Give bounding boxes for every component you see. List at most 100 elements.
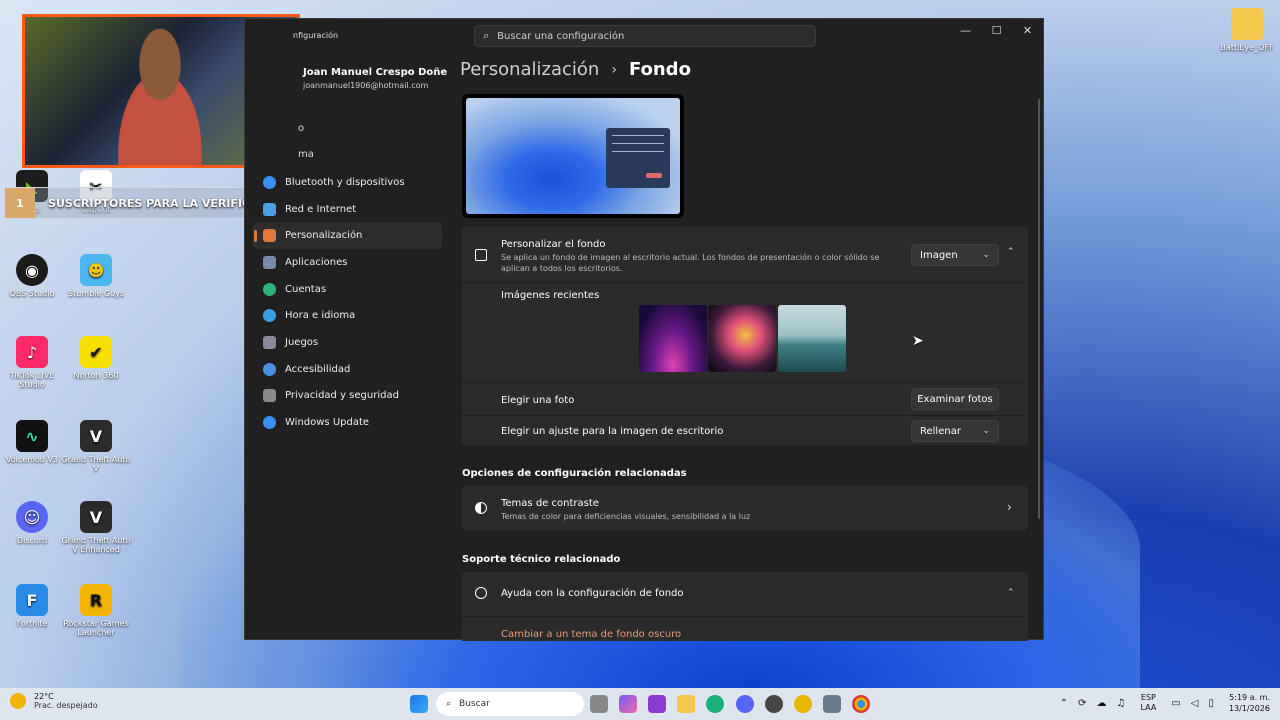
settings-gear-icon[interactable] [823,695,841,713]
discord-icon[interactable] [736,695,754,713]
window-controls: — ☐ ✕ [950,19,1043,41]
contrast-title: Temas de contraste [501,498,599,509]
desktop-icon-discord[interactable]: ☺ Discord [0,501,67,545]
taskbar-search[interactable]: ⌕ Buscar [436,692,584,716]
recent-image-1[interactable] [639,305,707,372]
nav-item-personalization[interactable]: Personalización [253,222,442,250]
choose-photo-label: Elegir una foto [501,395,575,406]
fit-label: Elegir un ajuste para la imagen de escri… [501,426,724,437]
nav-item-partial-home[interactable]: o [298,123,304,134]
desktop-icon-gta[interactable]: V Grand Theft Auto V [61,420,131,473]
chevron-up-icon[interactable]: ⌃ [1060,698,1068,709]
help-link-row: Cambiar a un tema de fondo oscuro [462,616,1028,641]
personalize-background-card: Personalizar el fondo Se aplica un fondo… [462,227,1028,445]
desktop-icon-tiktok[interactable]: ♪ TikTok LIVE Studio [0,336,67,389]
desktop-icon-obs[interactable]: ◉ OBS Studio [0,254,67,298]
network-icon[interactable]: ▭ [1171,698,1180,709]
personalize-title: Personalizar el fondo [501,239,606,250]
desktop-icon-gta-enhanced[interactable]: V Grand Theft Auto V Enhanced [61,501,131,554]
background-type-dropdown[interactable]: Imagen ⌄ [911,244,999,266]
search-icon: ⌕ [446,699,452,709]
browse-photos-button[interactable]: Examinar fotos [911,388,999,410]
desktop-icon-battleye[interactable]: BattlEye_OFF [1212,8,1280,52]
taskbar: 22°C Prac. despejado ⌕ Buscar ⌃ ⟳ ☁ ♫ ES… [0,688,1280,720]
person-icon [263,282,276,296]
battery-icon[interactable]: ▯ [1208,698,1214,709]
globe-icon [475,587,487,599]
volume-icon[interactable]: ◁ [1191,698,1199,709]
accessibility-icon [263,362,276,376]
recent-image-2[interactable] [708,305,776,372]
chevron-down-icon: ⌄ [982,250,990,260]
chrome-icon[interactable] [852,695,870,713]
sync-icon[interactable]: ⟳ [1078,698,1086,709]
chevron-right-icon: › [1007,500,1012,514]
norton-icon: ✔ [80,336,112,368]
update-icon [263,416,276,430]
breadcrumb-parent[interactable]: Personalización [460,59,599,80]
chevron-up-icon[interactable]: ⌃ [1007,588,1015,598]
nav-item-partial-system[interactable]: ma [298,149,314,160]
recent-image-3[interactable] [778,305,846,372]
nav-item-windows-update[interactable]: Windows Update [253,409,442,436]
nav-item-time-language[interactable]: Hora e idioma [253,302,442,329]
coin-app-icon[interactable] [794,695,812,713]
page-title: Fondo [628,59,691,80]
close-button[interactable]: ✕ [1012,19,1043,41]
nav-item-privacy[interactable]: Privacidad y seguridad [253,383,442,410]
desktop-icon-fortnite[interactable]: F Fortnite [0,584,67,628]
nav-item-accounts[interactable]: Cuentas [253,276,442,303]
language-indicator[interactable]: ESP LAA [1140,693,1156,713]
store-icon[interactable] [648,695,666,713]
settings-search-input[interactable]: ⌕ Buscar una configuración [474,25,816,47]
clock[interactable]: 5:19 a. m. 13/1/2026 [1229,692,1270,714]
desktop-icon-norton[interactable]: ✔ Norton 360 [61,336,131,380]
contrast-icon [475,502,487,514]
fit-dropdown[interactable]: Rellenar ⌄ [911,420,999,442]
edge-icon[interactable] [706,695,724,713]
voicemod-icon: ∿ [16,420,48,452]
bluetooth-icon [263,175,276,189]
scrollbar[interactable] [1038,99,1040,519]
settings-nav: Bluetooth y dispositivos Red e Internet … [253,169,442,436]
cloud-icon[interactable]: ☁ [1097,698,1107,709]
start-icon[interactable] [410,695,428,713]
mic-icon[interactable]: ♫ [1117,698,1126,709]
nav-item-network[interactable]: Red e Internet [253,196,442,223]
globe-clock-icon [263,309,276,323]
gta-icon[interactable] [765,695,783,713]
copilot-icon[interactable] [619,695,637,713]
fortnite-icon: F [16,584,48,616]
user-email: joanmanuel1906@hotmail.com [303,81,429,90]
nav-item-apps[interactable]: Aplicaciones [253,249,442,276]
support-heading: Soporte técnico relacionado [462,554,621,565]
desktop-icon-voicemod[interactable]: ∿ Voicemod V3 [0,420,67,464]
mouse-cursor-icon: ➤ [912,333,924,349]
wallpaper-preview [462,94,684,218]
obs-icon: ◉ [16,254,48,286]
subs-start-number: 1 [5,188,35,218]
weather-widget[interactable]: 22°C Prac. despejado [10,692,98,710]
chevron-up-icon[interactable]: ⌃ [1007,247,1015,257]
nav-item-accessibility[interactable]: Accesibilidad [253,356,442,383]
contrast-themes-card[interactable]: Temas de contraste Temas de color para d… [462,486,1028,530]
file-explorer-icon[interactable] [677,695,695,713]
weather-sun-icon [10,693,26,709]
gamepad-icon [263,335,276,349]
user-name: Joan Manuel Crespo Doñe [303,67,448,78]
app-title: nfiguración [293,31,339,40]
dark-theme-link[interactable]: Cambiar a un tema de fondo oscuro [501,629,681,640]
help-title: Ayuda con la configuración de fondo [501,588,684,599]
nav-item-bluetooth[interactable]: Bluetooth y dispositivos [253,169,442,196]
desktop-icon-stumble[interactable]: ☻ Stumble Guys [61,254,131,298]
stumble-guys-icon: ☻ [80,254,112,286]
image-icon [475,249,487,261]
apps-icon [263,255,276,269]
minimize-button[interactable]: — [950,19,981,41]
wifi-icon [263,202,276,216]
nav-item-gaming[interactable]: Juegos [253,329,442,356]
desktop-icon-rockstar[interactable]: R Rockstar Games Launcher [61,584,131,637]
task-view-icon[interactable] [590,695,608,713]
maximize-button[interactable]: ☐ [981,19,1012,41]
breadcrumb: Personalización › Fondo [460,59,691,80]
